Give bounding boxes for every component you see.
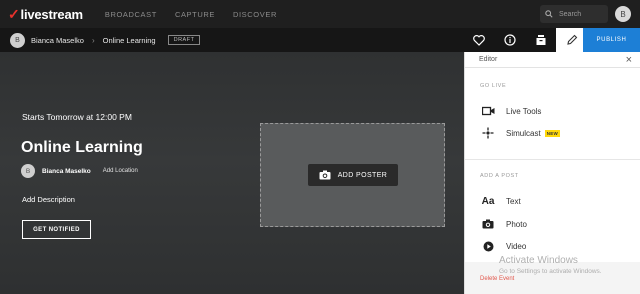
search-input[interactable]: Search [540, 5, 608, 23]
main-nav-links: BROADCAST CAPTURE DISCOVER [105, 10, 277, 19]
play-icon [480, 240, 496, 252]
info-icon [503, 34, 516, 46]
nav-discover[interactable]: DISCOVER [233, 10, 277, 19]
editor-panel-title: Editor [479, 56, 498, 63]
add-poster-label: ADD POSTER [337, 171, 388, 179]
close-icon[interactable]: × [626, 54, 632, 66]
heart-icon [472, 34, 485, 46]
live-tools-item[interactable]: Live Tools [480, 105, 541, 117]
app-root: ✓ livestream BROADCAST CAPTURE DISCOVER … [0, 0, 640, 294]
event-action-icons [463, 28, 587, 52]
windows-activation-title: Activate Windows [499, 255, 578, 266]
editor-panel-header: Editor × [465, 52, 640, 68]
top-nav: ✓ livestream BROADCAST CAPTURE DISCOVER … [0, 0, 640, 28]
text-icon: Aa [481, 195, 495, 207]
text-post-label: Text [506, 196, 521, 206]
live-tools-label: Live Tools [506, 106, 542, 116]
event-owner-avatar[interactable]: B [21, 164, 35, 178]
nav-broadcast[interactable]: BROADCAST [105, 10, 157, 19]
event-owner-row: B Bianca Maselko Add Location [21, 164, 138, 178]
search-placeholder: Search [559, 10, 582, 18]
panel-divider [465, 159, 640, 160]
add-location-link[interactable]: Add Location [103, 168, 138, 174]
delete-event-link[interactable]: Delete Event [480, 276, 514, 282]
publish-button[interactable]: PUBLISH [583, 28, 640, 52]
logo-text: livestream [20, 6, 84, 22]
livestream-logo[interactable]: ✓ livestream [8, 6, 83, 23]
event-preview: Starts Tomorrow at 12:00 PM Online Learn… [0, 52, 464, 294]
chevron-right-icon: › [91, 35, 95, 45]
photo-post-item[interactable]: Photo [480, 218, 527, 230]
pencil-icon [566, 34, 577, 45]
camera-icon [480, 218, 496, 230]
nav-capture[interactable]: CAPTURE [175, 10, 215, 19]
add-poster-button[interactable]: ADD POSTER [308, 164, 398, 186]
video-camera-icon [480, 105, 496, 117]
text-post-item[interactable]: Aa Text [480, 195, 521, 207]
breadcrumb-owner[interactable]: Bianca Maselko [31, 36, 84, 45]
draft-badge: DRAFT [167, 35, 201, 45]
camera-icon [319, 170, 331, 180]
simulcast-icon [480, 127, 496, 139]
get-notified-button[interactable]: GET NOTIFIED [22, 220, 91, 239]
add-post-heading: ADD A POST [480, 173, 519, 179]
owner-avatar[interactable]: B [10, 32, 25, 48]
archive-button[interactable] [525, 28, 556, 52]
video-post-item[interactable]: Video [480, 240, 526, 252]
simulcast-label: Simulcast [506, 128, 541, 138]
event-start-time[interactable]: Starts Tomorrow at 12:00 PM [22, 112, 132, 122]
like-button[interactable] [463, 28, 494, 52]
windows-activation-subtitle: Go to Settings to activate Windows. [499, 268, 602, 275]
info-button[interactable] [494, 28, 525, 52]
photo-post-label: Photo [506, 219, 527, 229]
simulcast-item[interactable]: Simulcast NEW [480, 127, 561, 139]
user-avatar[interactable]: B [615, 6, 631, 22]
event-subnav: B Bianca Maselko › Online Learning DRAFT [0, 28, 640, 52]
add-description-link[interactable]: Add Description [22, 195, 75, 204]
video-post-label: Video [506, 241, 527, 251]
logo-mark-icon: ✓ [8, 5, 20, 22]
archive-icon [536, 35, 545, 45]
poster-dropzone[interactable]: ADD POSTER [260, 123, 445, 227]
event-owner-name[interactable]: Bianca Maselko [42, 168, 91, 175]
event-title[interactable]: Online Learning [21, 139, 143, 157]
search-icon [545, 10, 553, 18]
new-badge: NEW [544, 129, 561, 137]
go-live-heading: GO LIVE [480, 83, 507, 89]
breadcrumb-event: Online Learning [102, 35, 156, 45]
